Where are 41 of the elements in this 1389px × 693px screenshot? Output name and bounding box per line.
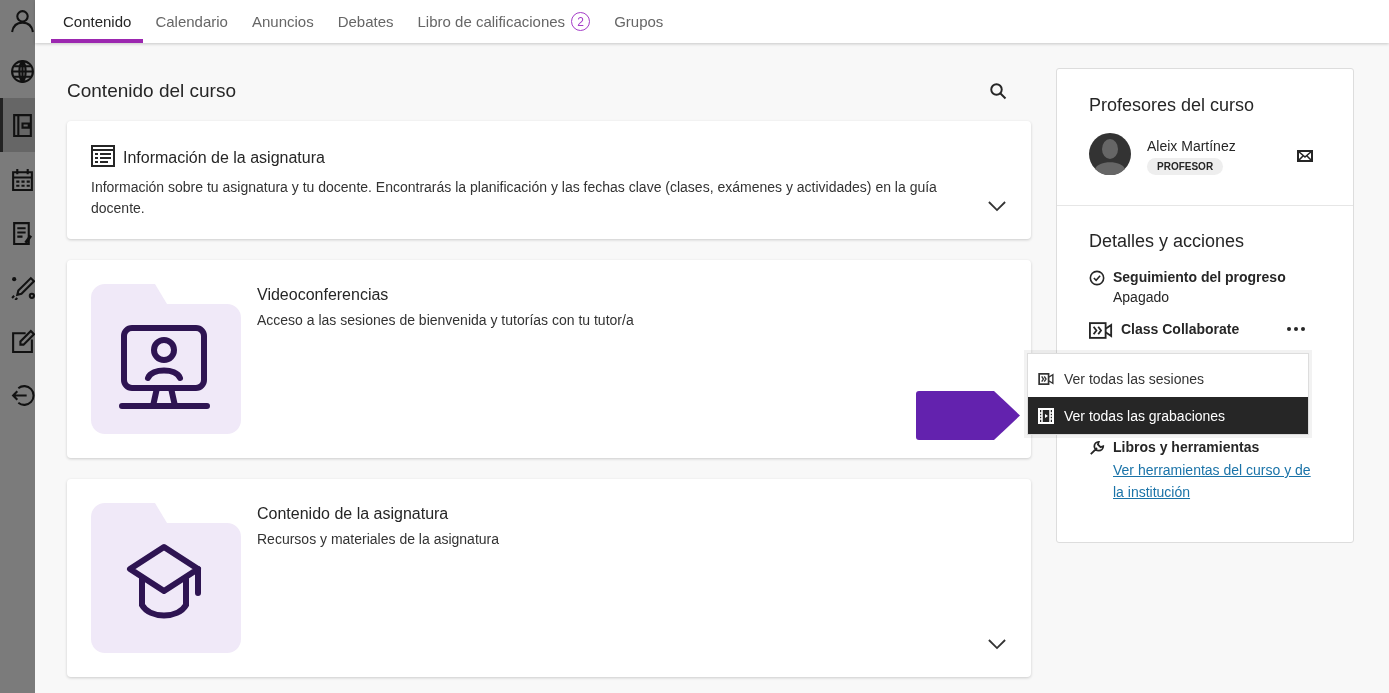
wrench-icon (1089, 439, 1105, 456)
detail-label: Class Collaborate (1121, 321, 1241, 337)
pencil-sparkle-icon[interactable] (10, 274, 35, 300)
menu-item[interactable]: Ver todas las sesiones (1028, 360, 1308, 397)
tab[interactable]: Calendario (143, 0, 240, 43)
expand-chevron-icon[interactable] (988, 201, 1006, 212)
menu-item[interactable]: Ver todas las grabaciones (1028, 397, 1308, 434)
tools-link[interactable]: Ver herramientas del curso y de la institución (1113, 459, 1321, 503)
expand-chevron-icon[interactable] (988, 639, 1006, 650)
detail-value: Apagado (1113, 289, 1171, 305)
panel-title: Profesores del curso (1089, 95, 1256, 116)
film-strip-icon (1038, 407, 1054, 424)
mail-icon[interactable] (1297, 150, 1313, 162)
item-description: Recursos y materiales de la asignatura (257, 530, 500, 549)
globe-icon[interactable] (10, 58, 35, 84)
section-title: Contenido del curso (67, 80, 236, 102)
tab[interactable]: Debates (325, 0, 406, 43)
item-title[interactable]: Contenido de la asignatura (257, 505, 449, 522)
detail-label: Libros y herramientas (1113, 439, 1261, 455)
tab[interactable]: Libro de calificaciones 2 (405, 0, 603, 43)
video-camera-icon (1089, 321, 1113, 339)
role-badge: PROFESOR (1147, 157, 1224, 175)
panel-title: Detalles y acciones (1089, 231, 1246, 252)
check-circle-icon (1089, 269, 1105, 286)
edit-icon[interactable] (10, 328, 35, 354)
tab[interactable]: Grupos (602, 0, 676, 43)
tab[interactable]: Anuncios (239, 0, 326, 43)
item-description: Acceso a las sesiones de bienvenida y tutorías con tu tutor/a (257, 311, 635, 330)
search-icon[interactable] (989, 82, 1007, 100)
item-title[interactable]: Información de la asignatura (123, 149, 325, 167)
calendar-icon[interactable] (10, 166, 35, 192)
tab[interactable]: Contenido (51, 0, 144, 43)
item-title[interactable]: Videoconferencias (257, 286, 389, 303)
video-camera-icon (1038, 372, 1054, 385)
person-icon[interactable] (10, 8, 35, 33)
item-description: Información sobre tu asignatura y tu docente. Encontrarás la planificación y las fechas clave (clases, exámenes y actividades) en la guía docente. (91, 178, 938, 218)
detail-label: Seguimiento del progreso (1113, 269, 1287, 285)
document-pencil-icon[interactable] (10, 220, 35, 246)
logout-icon[interactable] (10, 382, 35, 408)
teacher-name: Aleix Martínez (1147, 137, 1236, 154)
course-icon[interactable] (10, 112, 35, 138)
